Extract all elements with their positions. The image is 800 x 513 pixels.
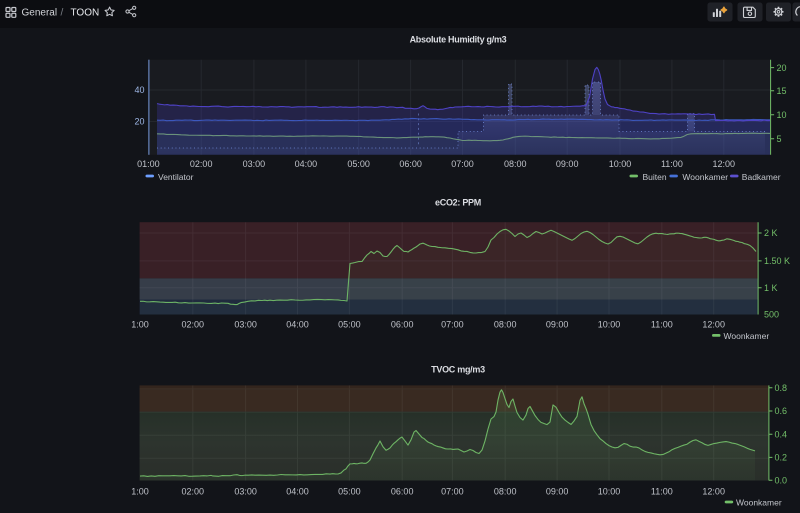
svg-text:2 K: 2 K <box>764 228 778 238</box>
svg-text:04:00: 04:00 <box>295 159 318 169</box>
svg-text:0.4: 0.4 <box>775 429 788 439</box>
svg-text:40: 40 <box>134 85 144 95</box>
svg-text:/: / <box>61 7 64 18</box>
svg-text:02:00: 02:00 <box>190 159 213 169</box>
svg-text:03:00: 03:00 <box>234 319 257 329</box>
svg-text:1:00: 1:00 <box>131 486 149 496</box>
svg-text:12:00: 12:00 <box>702 486 725 496</box>
svg-text:12:00: 12:00 <box>713 159 736 169</box>
svg-text:General: General <box>22 7 58 18</box>
svg-text:06:00: 06:00 <box>399 159 422 169</box>
svg-text:08:00: 08:00 <box>494 486 517 496</box>
svg-text:Buiten: Buiten <box>643 172 667 182</box>
svg-text:11:00: 11:00 <box>651 486 673 496</box>
svg-text:0.6: 0.6 <box>775 406 788 416</box>
svg-text:04:00: 04:00 <box>286 486 309 496</box>
svg-text:11:00: 11:00 <box>661 159 683 169</box>
svg-text:10:00: 10:00 <box>598 319 621 329</box>
svg-text:11:00: 11:00 <box>651 319 673 329</box>
svg-text:02:00: 02:00 <box>182 486 205 496</box>
svg-text:Woonkamer: Woonkamer <box>724 331 770 341</box>
svg-text:07:00: 07:00 <box>441 486 464 496</box>
svg-text:02:00: 02:00 <box>182 319 205 329</box>
svg-text:20: 20 <box>134 117 144 127</box>
svg-text:10: 10 <box>777 110 787 120</box>
svg-text:05:00: 05:00 <box>347 159 370 169</box>
svg-text:05:00: 05:00 <box>338 319 361 329</box>
svg-text:Woonkamer: Woonkamer <box>736 497 782 507</box>
svg-text:500: 500 <box>764 310 779 320</box>
svg-text:09:00: 09:00 <box>546 486 569 496</box>
svg-text:05:00: 05:00 <box>338 486 361 496</box>
svg-text:08:00: 08:00 <box>494 319 517 329</box>
svg-text:1 K: 1 K <box>764 283 778 293</box>
svg-text:07:00: 07:00 <box>451 159 474 169</box>
svg-text:15: 15 <box>777 86 787 96</box>
svg-text:eCO2: PPM: eCO2: PPM <box>435 198 481 208</box>
svg-text:04:00: 04:00 <box>286 319 309 329</box>
svg-text:03:00: 03:00 <box>234 486 257 496</box>
svg-text:06:00: 06:00 <box>391 486 414 496</box>
svg-text:09:00: 09:00 <box>546 319 569 329</box>
svg-text:06:00: 06:00 <box>391 319 414 329</box>
svg-text:Absolute Humidity g/m3: Absolute Humidity g/m3 <box>410 35 507 45</box>
svg-text:TVOC mg/m3: TVOC mg/m3 <box>431 365 485 375</box>
svg-text:09:00: 09:00 <box>556 159 579 169</box>
svg-text:0.8: 0.8 <box>775 383 788 393</box>
svg-text:10:00: 10:00 <box>609 159 632 169</box>
svg-text:03:00: 03:00 <box>243 159 266 169</box>
svg-text:TOON: TOON <box>71 7 100 18</box>
svg-text:12:00: 12:00 <box>702 319 725 329</box>
svg-text:20: 20 <box>777 63 787 73</box>
svg-text:08:00: 08:00 <box>504 159 527 169</box>
svg-text:07:00: 07:00 <box>441 319 464 329</box>
svg-text:0.0: 0.0 <box>775 475 788 485</box>
svg-text:1:00: 1:00 <box>131 319 149 329</box>
svg-text:5: 5 <box>777 134 782 144</box>
svg-text:Ventilator: Ventilator <box>158 172 194 182</box>
svg-text:Woonkamer: Woonkamer <box>682 172 728 182</box>
svg-text:1.50 K: 1.50 K <box>764 256 790 266</box>
svg-text:0.2: 0.2 <box>775 453 788 463</box>
svg-text:01:00: 01:00 <box>137 159 160 169</box>
svg-text:10:00: 10:00 <box>598 486 621 496</box>
svg-text:Badkamer: Badkamer <box>742 172 781 182</box>
